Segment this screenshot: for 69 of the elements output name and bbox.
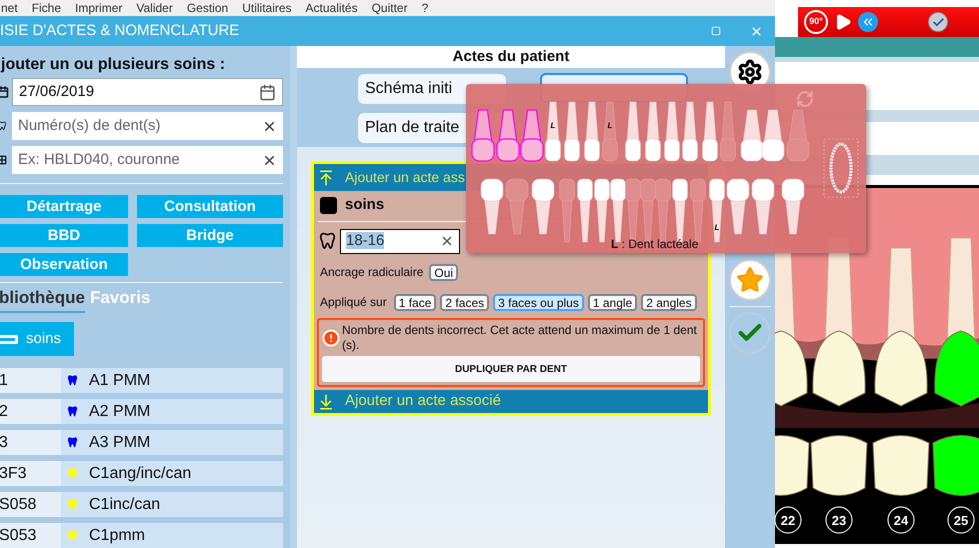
tooth-number: 23 [826, 506, 852, 534]
option-chip[interactable]: 2 faces [440, 294, 490, 310]
menu-item[interactable]: Fiche [32, 2, 62, 14]
option-chip[interactable]: 3 faces ou plus [493, 294, 584, 310]
field-label: Ancrage radiculaire [320, 264, 424, 281]
window-title: ISIE D'ACTES & NOMENCLATURE [0, 20, 240, 41]
folder-icon [0, 334, 18, 344]
menu-item[interactable]: Valider [136, 2, 173, 14]
play-icon[interactable] [834, 13, 852, 31]
option-chip[interactable]: 1 angle [588, 294, 638, 310]
act-code-cell: S053 [0, 523, 61, 548]
group-label: soins [345, 195, 384, 216]
tooth-number: 22 [775, 506, 802, 534]
section-heading: jouter un ou plusieurs soins : [0, 55, 226, 75]
menu-item[interactable]: Utilitaires [242, 2, 292, 14]
option-chip[interactable]: 1 face [394, 294, 436, 310]
menu-item[interactable]: Gestion [186, 2, 228, 14]
milk-tooth-mark: L [608, 121, 612, 130]
star-icon [736, 266, 764, 294]
validate-button[interactable] [729, 312, 771, 354]
check-icon [932, 16, 944, 28]
tooth-drawing[interactable] [932, 238, 979, 496]
arrow-down-icon [317, 392, 335, 410]
tooth-number-input[interactable]: Numéro(s) de dent(s) [18, 114, 262, 138]
error-icon [322, 329, 340, 347]
clear-icon[interactable] [440, 234, 454, 248]
act-label-cell[interactable]: A2 PMM [61, 399, 283, 424]
favorite-button[interactable] [729, 259, 771, 301]
act-code-cell: S058 [0, 492, 61, 517]
act-label-cell[interactable]: C1pmm [61, 523, 283, 548]
tooth-number: 24 [888, 506, 914, 534]
menu-item[interactable]: Quitter [372, 2, 408, 14]
act-code-input[interactable]: Ex: HBLD040, couronne [18, 148, 262, 172]
maximize-icon[interactable] [711, 26, 721, 36]
tooth-number: 25 [948, 506, 974, 534]
close-icon[interactable] [750, 24, 763, 38]
act-code-cell: 2 [0, 399, 61, 424]
rotate-button[interactable]: 90° [804, 10, 828, 34]
act-code-field[interactable]: Ex: HBLD040, couronne [12, 146, 283, 174]
teeth-field[interactable]: 18-16 [340, 228, 460, 254]
group-color-icon [320, 197, 337, 214]
act-label-cell[interactable]: C1ang/inc/can [61, 461, 283, 486]
field-label: Appliqué sur [320, 294, 387, 311]
act-label-cell[interactable]: A1 PMM [61, 368, 283, 393]
tooth-icon [318, 230, 337, 252]
date-field[interactable]: 27/06/2019 [12, 78, 283, 106]
menu-item[interactable]: ? [422, 2, 428, 14]
legend-text: L : Dent lactéale [611, 238, 698, 250]
back-button[interactable] [858, 12, 878, 32]
act-label-cell[interactable]: C1inc/can [61, 492, 283, 517]
arrow-up-icon [317, 168, 335, 186]
act-label-cell[interactable]: A3 PMM [61, 430, 283, 455]
calendar-icon[interactable] [259, 84, 276, 101]
settings-icon [737, 59, 763, 85]
duplicate-button[interactable]: DUPLIQUER PAR DENT [322, 356, 700, 382]
act-code-cell: 1 [0, 368, 61, 393]
tooth-number-field[interactable]: Numéro(s) de dent(s) [12, 112, 283, 140]
milk-tooth-mark: L [714, 223, 720, 232]
library-tab[interactable]: bliothèque [0, 284, 85, 314]
menu-item[interactable]: Actualités [306, 2, 358, 14]
option-chip[interactable]: Oui [429, 264, 458, 280]
tooth-drawing[interactable] [872, 248, 930, 496]
menu-item[interactable]: Imprimer [75, 2, 122, 14]
dental-arch-icon[interactable] [824, 138, 858, 198]
option-chip[interactable]: 2 angles [641, 294, 697, 310]
milk-tooth-mark: L [550, 121, 556, 130]
menu-item[interactable]: net [1, 2, 18, 14]
confirm-button[interactable] [928, 12, 948, 32]
error-message: Nombre de dents incorrect. Cet acte attend un maximum de 1 dent (s). [342, 323, 698, 353]
